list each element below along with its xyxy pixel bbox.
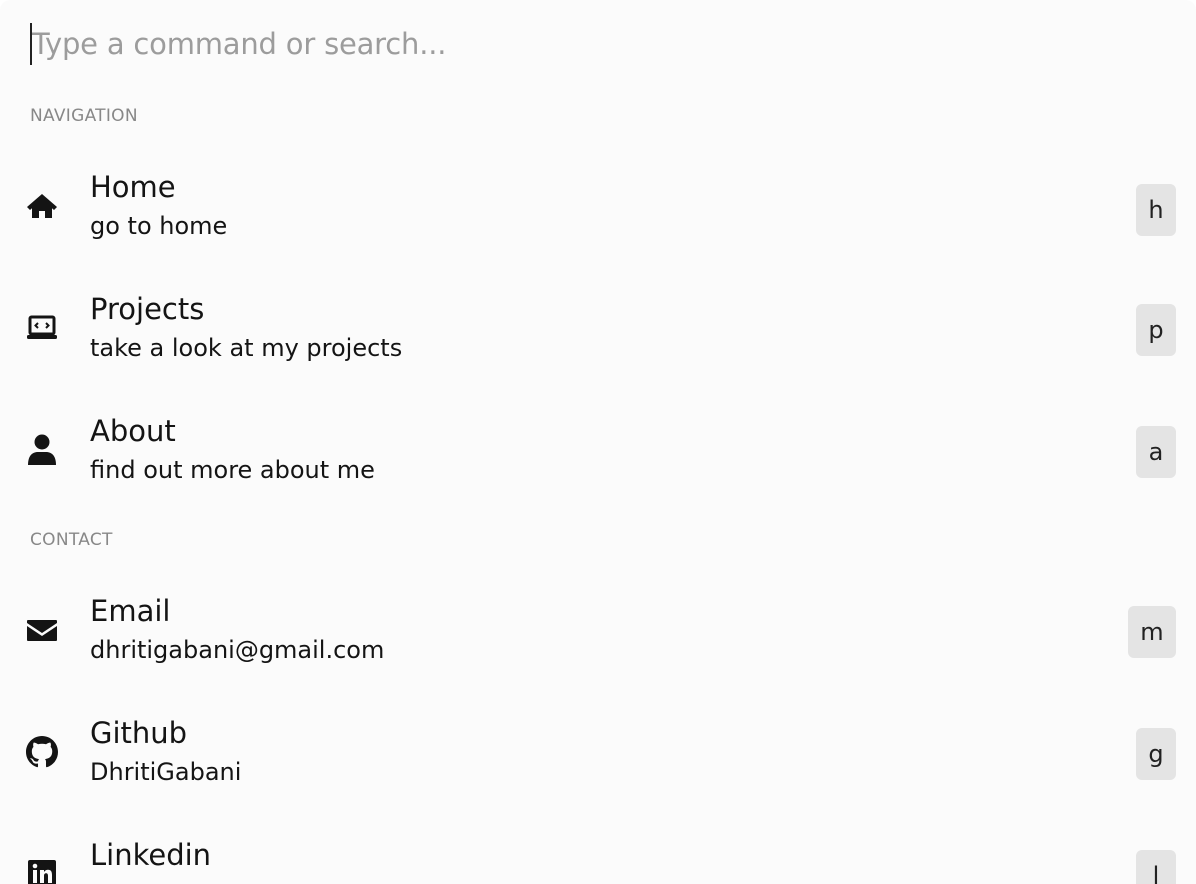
section-label-contact: CONTACT <box>30 530 113 550</box>
shortcut-key: m <box>1128 606 1176 658</box>
shortcut-key: h <box>1136 184 1176 236</box>
shortcut-key: p <box>1136 304 1176 356</box>
command-item-about[interactable]: About find out more about me a <box>0 402 1196 502</box>
command-subtitle: dhritigabani@gmail.com <box>90 636 385 664</box>
shortcut-key: a <box>1136 426 1176 478</box>
command-subtitle: go to home <box>90 212 228 240</box>
command-title: Email <box>90 594 171 628</box>
command-title: Linkedin <box>90 838 212 872</box>
envelope-icon <box>26 614 58 646</box>
linkedin-icon <box>26 858 58 884</box>
search-input[interactable] <box>32 27 1132 61</box>
laptop-code-icon <box>26 312 58 344</box>
command-item-github[interactable]: Github DhritiGabani g <box>0 704 1196 804</box>
user-icon <box>26 434 58 466</box>
command-title: Projects <box>90 292 205 326</box>
home-icon <box>26 190 58 222</box>
command-subtitle: DhritiGabani <box>90 758 242 786</box>
command-title: Home <box>90 170 176 204</box>
shortcut-key: l <box>1136 850 1176 884</box>
command-item-projects[interactable]: Projects take a look at my projects p <box>0 280 1196 380</box>
section-label-navigation: NAVIGATION <box>30 106 138 126</box>
github-icon <box>26 736 58 768</box>
command-item-home[interactable]: Home go to home h <box>0 158 1196 258</box>
command-subtitle: find out more about me <box>90 456 375 484</box>
command-item-linkedin[interactable]: Linkedin l <box>0 826 1196 884</box>
search-row <box>30 22 1170 66</box>
command-title: Github <box>90 716 188 750</box>
command-item-email[interactable]: Email dhritigabani@gmail.com m <box>0 582 1196 682</box>
shortcut-key: g <box>1136 728 1176 780</box>
command-title: About <box>90 414 176 448</box>
command-palette: NAVIGATION Home go to home h Projects ta… <box>0 0 1196 884</box>
command-subtitle: take a look at my projects <box>90 334 403 362</box>
